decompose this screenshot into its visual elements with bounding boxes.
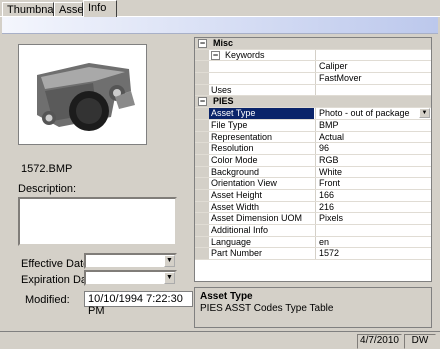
effective-date-picker[interactable]: ▼ xyxy=(84,253,177,269)
tab-asset[interactable]: Asset xyxy=(54,2,87,17)
category-label: Misc xyxy=(213,38,234,48)
tab-info[interactable]: Info xyxy=(83,0,117,17)
property-value: BMP xyxy=(315,119,431,131)
property-row[interactable]: Part Number 1572 xyxy=(195,248,431,261)
row-gutter xyxy=(195,213,209,224)
row-gutter xyxy=(195,178,209,189)
property-key: Background xyxy=(211,166,260,177)
property-value: 166 xyxy=(315,189,431,201)
asset-thumbnail xyxy=(18,44,147,145)
property-help-panel: Asset Type PIES ASST Codes Type Table xyxy=(194,287,432,328)
category-misc[interactable]: − Misc xyxy=(195,38,431,50)
collapse-icon[interactable]: − xyxy=(211,50,220,60)
property-key: Additional Info xyxy=(211,225,269,235)
property-key: Language xyxy=(211,236,252,247)
property-key: Asset Type xyxy=(209,108,314,119)
property-row[interactable]: Representation Actual xyxy=(195,131,431,144)
chevron-down-icon[interactable]: ▼ xyxy=(419,108,430,119)
status-date: 4/7/2010 xyxy=(357,334,402,349)
description-label: Description: xyxy=(18,183,77,195)
property-value: en xyxy=(315,236,431,248)
header-banner xyxy=(2,17,438,34)
property-value: RGB xyxy=(315,154,431,166)
property-key: Resolution xyxy=(211,143,254,154)
caliper-image xyxy=(19,45,146,144)
property-value: 96 xyxy=(315,143,431,154)
property-row-keyword[interactable]: FastMover xyxy=(195,73,431,85)
property-value: 216 xyxy=(315,201,431,213)
property-row[interactable]: Color Mode RGB xyxy=(195,154,431,167)
property-row[interactable]: Background White xyxy=(195,166,431,179)
effective-date-label: Effective Date: xyxy=(21,258,93,270)
property-row[interactable]: Asset Dimension UOM Pixels xyxy=(195,213,431,225)
property-key: Part Number xyxy=(211,248,263,259)
row-gutter xyxy=(195,225,209,236)
property-value: Front xyxy=(315,178,431,189)
help-title: Asset Type xyxy=(200,291,253,302)
property-key: File Type xyxy=(211,119,248,130)
description-field[interactable] xyxy=(18,197,177,246)
property-value: White xyxy=(315,166,431,178)
modified-label: Modified: xyxy=(25,294,70,306)
property-row-keyword[interactable]: Caliper xyxy=(195,61,431,74)
property-key: Representation xyxy=(211,131,273,142)
property-row-keywords[interactable]: − Keywords xyxy=(195,49,431,62)
row-gutter xyxy=(195,236,209,248)
property-value: FastMover xyxy=(315,73,431,84)
modified-value: 10/10/1994 7:22:30 PM xyxy=(84,291,193,317)
property-grid: − Misc − Keywords Caliper FastMover Uses… xyxy=(194,37,432,282)
collapse-icon[interactable]: − xyxy=(198,97,207,107)
property-value: Pixels xyxy=(315,213,431,224)
property-row-uses[interactable]: Uses xyxy=(195,84,431,97)
status-user: DW xyxy=(404,334,436,349)
asset-filename: 1572.BMP xyxy=(21,163,73,175)
row-gutter xyxy=(195,61,209,73)
status-bar: 4/7/2010 DW xyxy=(0,331,440,349)
row-gutter xyxy=(195,73,209,84)
property-key: Asset Width xyxy=(211,201,260,212)
row-gutter xyxy=(195,201,209,213)
help-description: PIES ASST Codes Type Table xyxy=(200,303,334,314)
property-key: Asset Dimension UOM xyxy=(211,213,303,224)
property-value: Actual xyxy=(315,131,431,143)
property-row[interactable]: File Type BMP xyxy=(195,119,431,132)
tab-thumbnails[interactable]: Thumbnails xyxy=(2,2,64,17)
collapse-icon[interactable]: − xyxy=(198,39,207,48)
property-row-asset-type[interactable]: Asset Type Photo - out of package ▼ xyxy=(195,108,431,120)
chevron-down-icon[interactable]: ▼ xyxy=(164,255,175,267)
row-gutter xyxy=(195,143,209,154)
property-row[interactable]: Resolution 96 xyxy=(195,143,431,155)
property-key: Keywords xyxy=(225,49,265,60)
row-gutter xyxy=(195,119,209,131)
row-gutter xyxy=(195,49,209,61)
row-gutter xyxy=(195,154,209,166)
property-value: 1572 xyxy=(315,248,431,260)
property-value: Caliper xyxy=(315,61,431,73)
row-gutter xyxy=(195,166,209,178)
property-row[interactable]: Asset Height 166 xyxy=(195,189,431,202)
category-label: PIES xyxy=(213,96,234,107)
row-gutter xyxy=(195,84,209,96)
property-key: Asset Height xyxy=(211,189,263,200)
expiration-date-picker[interactable]: ▼ xyxy=(84,270,177,286)
property-value[interactable]: Photo - out of package xyxy=(315,108,431,119)
category-pies[interactable]: − PIES xyxy=(195,96,431,109)
property-row[interactable]: Orientation View Front xyxy=(195,178,431,190)
property-key: Uses xyxy=(211,84,232,95)
property-value xyxy=(315,225,431,236)
property-key: Orientation View xyxy=(211,178,277,189)
row-gutter xyxy=(195,131,209,143)
property-key: Color Mode xyxy=(211,154,258,165)
property-row[interactable]: Asset Width 216 xyxy=(195,201,431,214)
tab-label: Info xyxy=(88,2,107,14)
property-row[interactable]: Language en xyxy=(195,236,431,249)
tab-strip: Thumbnails Asset Info xyxy=(0,0,440,17)
property-value xyxy=(315,84,431,96)
row-gutter xyxy=(195,189,209,201)
property-value xyxy=(315,49,431,61)
row-gutter xyxy=(195,248,209,260)
chevron-down-icon[interactable]: ▼ xyxy=(164,272,175,284)
property-row[interactable]: Additional Info xyxy=(195,225,431,237)
row-gutter xyxy=(195,108,209,119)
